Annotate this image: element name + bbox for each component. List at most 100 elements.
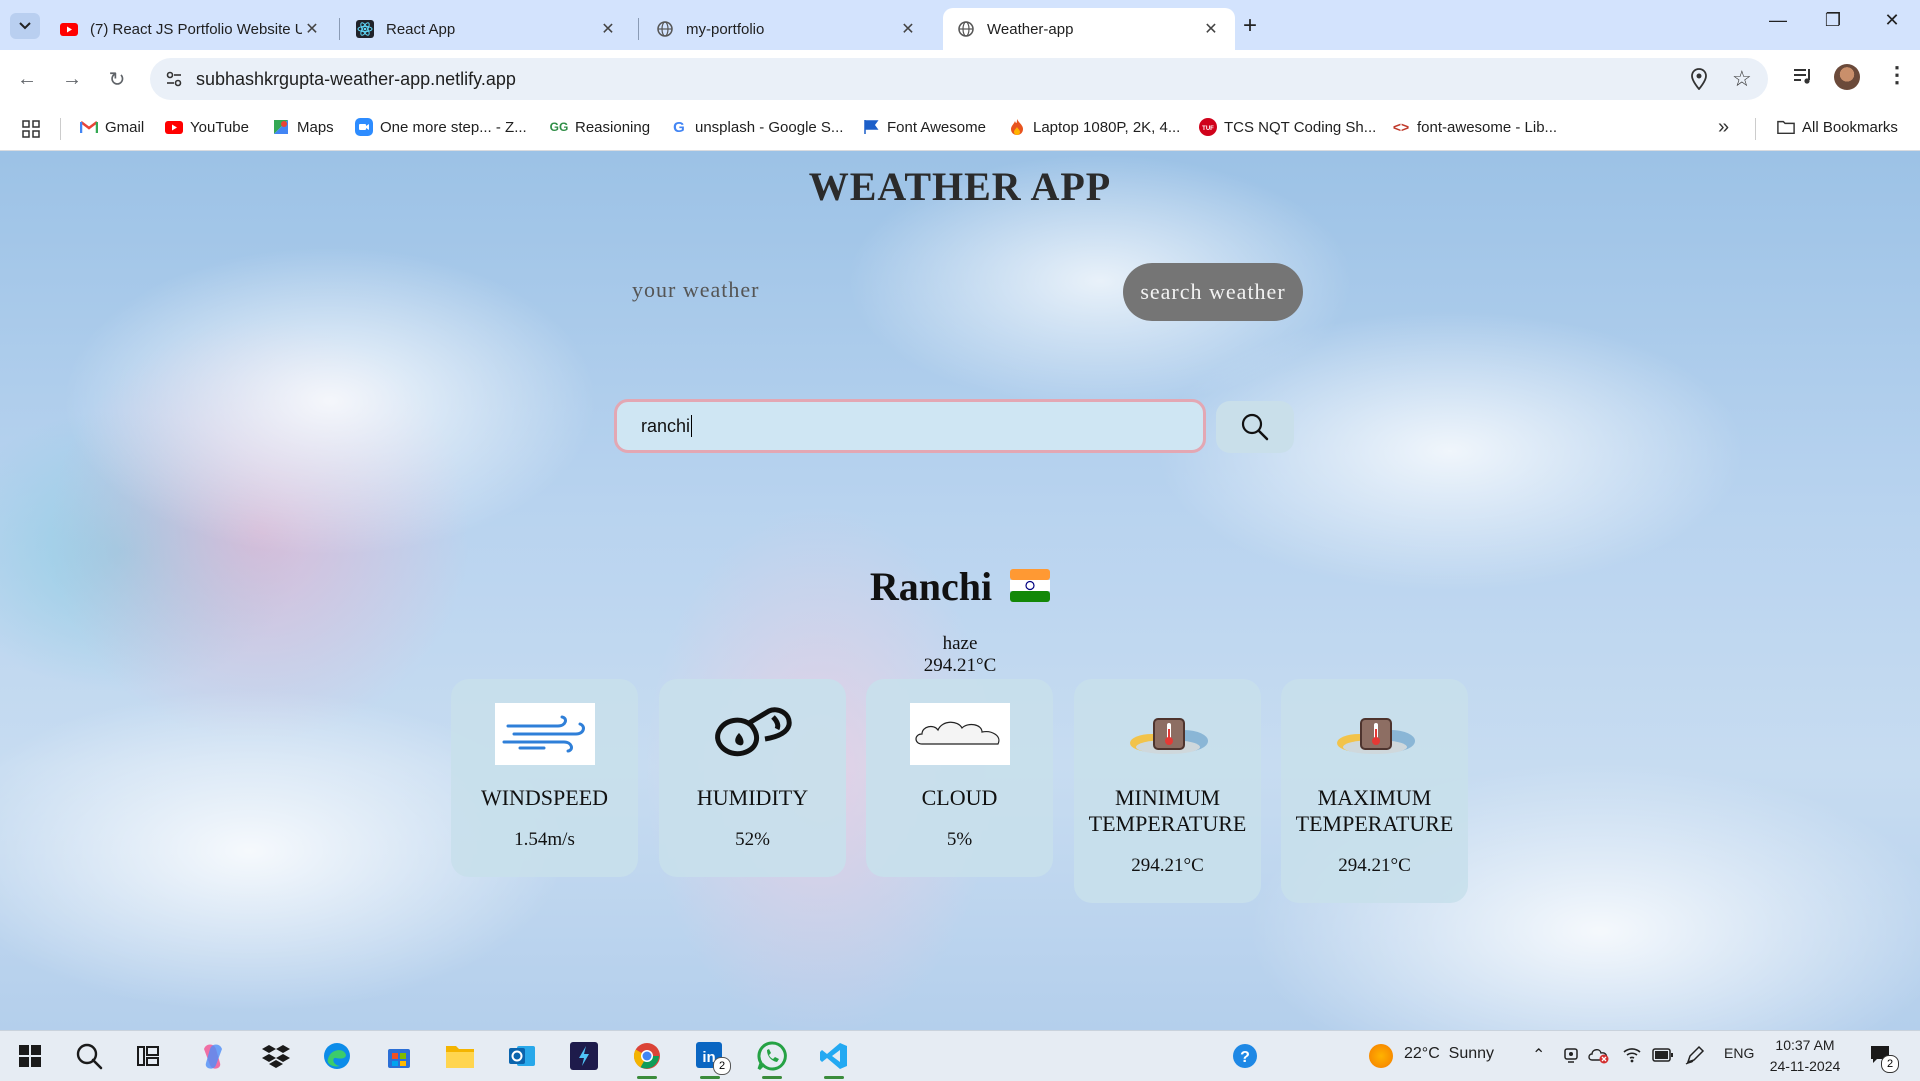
bookmark-label: Font Awesome (887, 118, 986, 136)
folder-icon (1777, 118, 1795, 136)
vscode-icon[interactable] (817, 1039, 851, 1073)
globe-icon (656, 20, 674, 38)
india-flag-icon (1010, 567, 1051, 615)
wifi-icon[interactable] (1622, 1045, 1642, 1068)
notification-badge: 2 (1881, 1055, 1899, 1073)
bookmark-label: All Bookmarks (1802, 118, 1898, 136)
minimize-icon[interactable]: — (1758, 10, 1798, 31)
min-temperature-card: MINIMUM TEMPERATURE 294.21°C (1074, 679, 1261, 903)
active-app-indicator (700, 1076, 720, 1079)
cloud-icon (909, 703, 1010, 765)
card-label: WINDSPEED (480, 785, 609, 810)
bookmark-laptop[interactable]: Laptop 1080P, 2K, 4... (1008, 118, 1180, 136)
battery-icon[interactable] (1652, 1048, 1674, 1067)
forward-icon[interactable]: → (57, 64, 87, 94)
language-indicator[interactable]: ENG (1724, 1045, 1754, 1061)
dropbox-icon[interactable] (259, 1039, 293, 1073)
bookmark-label: YouTube (190, 118, 249, 136)
location-icon[interactable] (1690, 68, 1708, 95)
bookmark-label: Gmail (105, 118, 145, 136)
bookmark-zoom[interactable]: One more step... - Z... (355, 118, 527, 136)
file-explorer-icon[interactable] (443, 1039, 477, 1073)
more-bookmarks-icon[interactable]: » (1718, 116, 1729, 139)
close-icon[interactable]: ✕ (302, 19, 322, 39)
powerapps-icon[interactable] (567, 1039, 601, 1073)
active-app-indicator (637, 1076, 657, 1079)
tab-separator (339, 18, 340, 40)
chevron-up-icon[interactable]: ⌃ (1532, 1045, 1545, 1065)
cloud-sync-error-icon[interactable] (1588, 1046, 1610, 1069)
bookmark-star-icon[interactable]: ☆ (1732, 66, 1752, 92)
weather-widget[interactable]: 22°C Sunny (1404, 1045, 1494, 1063)
address-bar: ← → ↻ subhashkrgupta-weather-app.netlify… (0, 50, 1920, 108)
bookmark-youtube[interactable]: YouTube (165, 118, 249, 136)
apps-grid-icon[interactable] (22, 120, 40, 143)
humidity-icon (703, 703, 803, 765)
your-weather-tab[interactable]: your weather (632, 277, 759, 303)
restore-icon[interactable]: ❐ (1813, 10, 1853, 31)
close-window-icon[interactable]: ✕ (1872, 10, 1912, 31)
copilot-icon[interactable] (196, 1039, 230, 1073)
tab-search-button[interactable] (10, 13, 40, 39)
maps-icon (272, 118, 290, 136)
linkedin-icon[interactable]: in 2 (693, 1039, 731, 1075)
back-icon[interactable]: ← (12, 64, 42, 94)
clock[interactable]: 10:37 AM 24-11-2024 (1768, 1035, 1842, 1077)
url-text[interactable]: subhashkrgupta-weather-app.netlify.app (196, 69, 516, 90)
card-value: 52% (735, 829, 770, 850)
camera-icon[interactable] (1563, 1046, 1579, 1069)
menu-icon[interactable]: ⋮ (1886, 62, 1908, 88)
store-icon[interactable] (382, 1039, 416, 1073)
search-icon[interactable] (72, 1039, 106, 1073)
tab-weather-app[interactable]: Weather-app ✕ (943, 8, 1235, 50)
reload-icon[interactable]: ↻ (102, 64, 132, 94)
outlook-icon[interactable] (505, 1039, 539, 1073)
tab-react-portfolio[interactable]: (7) React JS Portfolio Website U ✕ (46, 8, 336, 50)
tab-react-app[interactable]: React App ✕ (342, 8, 632, 50)
bookmark-font-awesome[interactable]: Font Awesome (862, 118, 986, 136)
bookmark-label: One more step... - Z... (380, 118, 527, 136)
new-tab-button[interactable]: + (1243, 12, 1257, 40)
card-value: 294.21°C (1338, 855, 1411, 876)
bookmark-tcs-nqt[interactable]: TUF TCS NQT Coding Sh... (1199, 118, 1376, 136)
tab-my-portfolio[interactable]: my-portfolio ✕ (642, 8, 932, 50)
sun-icon[interactable] (1369, 1044, 1393, 1068)
windows-start-icon[interactable] (13, 1039, 47, 1073)
chrome-icon[interactable] (630, 1039, 664, 1073)
bookmark-reasioning[interactable]: GG Reasioning (550, 118, 650, 136)
bookmark-separator (1755, 118, 1756, 140)
gmail-icon (80, 118, 98, 136)
edge-icon[interactable] (320, 1039, 354, 1073)
search-button[interactable] (1216, 401, 1294, 453)
notification-icon[interactable]: 2 (1869, 1043, 1899, 1074)
omnibox[interactable]: subhashkrgupta-weather-app.netlify.app ☆ (150, 58, 1768, 100)
help-icon[interactable]: ? (1228, 1039, 1262, 1073)
all-bookmarks[interactable]: All Bookmarks (1777, 118, 1898, 136)
bookmark-maps[interactable]: Maps (272, 118, 334, 136)
tab-title: (7) React JS Portfolio Website U (90, 20, 302, 38)
close-icon[interactable]: ✕ (598, 19, 618, 39)
city-search-input[interactable]: ranchi (614, 399, 1206, 453)
site-info-icon[interactable] (164, 69, 184, 94)
flag-icon (862, 118, 880, 136)
media-controls-icon[interactable] (1792, 66, 1814, 91)
tuf-icon: TUF (1199, 118, 1217, 136)
close-icon[interactable]: ✕ (898, 19, 918, 39)
google-icon: G (673, 118, 685, 136)
react-icon (356, 20, 374, 38)
bookmark-gmail[interactable]: Gmail (80, 118, 144, 136)
search-weather-button[interactable]: search weather (1123, 263, 1303, 321)
svg-text:TUF: TUF (1202, 126, 1214, 132)
active-app-indicator (824, 1076, 844, 1079)
whatsapp-icon[interactable] (755, 1039, 789, 1073)
zoom-icon (355, 118, 373, 136)
bookmark-unsplash[interactable]: G unsplash - Google S... (670, 118, 843, 136)
task-view-icon[interactable] (131, 1039, 165, 1073)
close-icon[interactable]: ✕ (1201, 19, 1221, 39)
bookmark-font-awesome-lib[interactable]: <> font-awesome - Lib... (1392, 118, 1557, 136)
avatar[interactable] (1834, 64, 1860, 90)
pen-icon[interactable] (1685, 1045, 1705, 1070)
gfg-icon: GG (549, 120, 569, 134)
card-value: 294.21°C (1131, 855, 1204, 876)
code-icon: <> (1392, 119, 1410, 135)
